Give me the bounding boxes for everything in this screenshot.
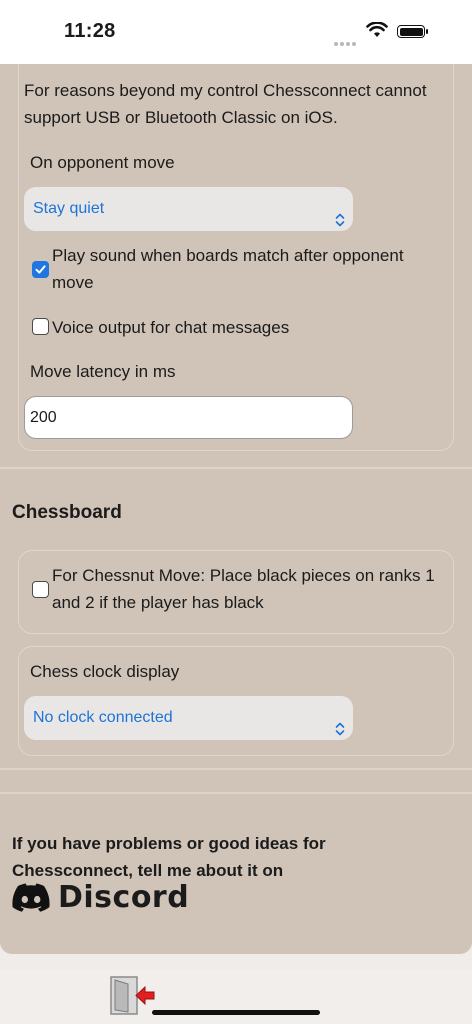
battery-icon	[397, 25, 428, 38]
section-divider	[0, 768, 472, 770]
latency-label: Move latency in ms	[30, 362, 176, 381]
play-sound-checkbox[interactable]	[32, 261, 49, 278]
settings-panel: For reasons beyond my control Chessconne…	[0, 64, 472, 954]
checkmark-icon	[35, 265, 46, 274]
latency-value: 200	[30, 409, 57, 426]
opponent-move-value: Stay quiet	[33, 200, 105, 217]
help-text: If you have problems or good ideas for C…	[12, 834, 326, 880]
section-divider	[0, 792, 472, 794]
clock-value: No clock connected	[33, 709, 173, 726]
opponent-move-label: On opponent move	[30, 153, 175, 172]
chevron-updown-icon	[335, 201, 345, 245]
section-divider	[0, 467, 472, 469]
exit-door-icon[interactable]	[108, 975, 156, 1022]
status-bar: 11:28	[0, 0, 472, 64]
chevron-updown-icon	[335, 710, 345, 754]
voice-output-label: Voice output for chat messages	[52, 318, 290, 337]
wifi-icon	[366, 21, 388, 43]
home-indicator	[152, 1010, 320, 1015]
bottom-toolbar	[0, 970, 472, 1024]
play-sound-label: Play sound when boards match after oppon…	[52, 246, 404, 292]
opponent-move-select[interactable]: Stay quiet	[24, 187, 353, 231]
discord-logo-icon	[12, 883, 50, 912]
signal-dots-icon	[334, 33, 358, 51]
discord-link[interactable]: Discord	[12, 880, 189, 915]
ios-notice: For reasons beyond my control Chessconne…	[24, 81, 427, 127]
latency-input[interactable]: 200	[24, 396, 353, 439]
voice-output-checkbox[interactable]	[32, 318, 49, 335]
status-time: 11:28	[64, 20, 116, 42]
chessnut-label: For Chessnut Move: Place black pieces on…	[52, 566, 435, 612]
chessnut-checkbox[interactable]	[32, 581, 49, 598]
chessboard-heading: Chessboard	[12, 502, 122, 523]
discord-wordmark: Discord	[58, 880, 190, 915]
clock-select[interactable]: No clock connected	[24, 696, 353, 740]
clock-label: Chess clock display	[30, 662, 180, 681]
